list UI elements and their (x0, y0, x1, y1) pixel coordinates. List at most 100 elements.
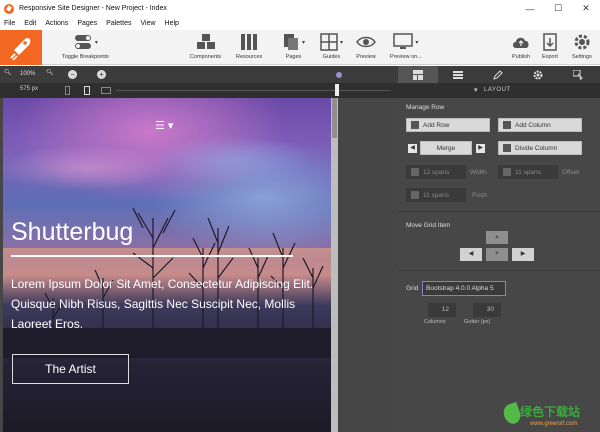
section-divider (398, 211, 600, 212)
title-bar: Responsive Site Designer - New Project -… (0, 0, 600, 17)
viewport-width: 575 px (20, 86, 39, 92)
settings-label: Settings (572, 54, 592, 60)
preview-on-label: Preview on... (390, 54, 422, 60)
breakpoint-dot[interactable] (336, 72, 342, 78)
divide-column-icon (503, 144, 511, 152)
move-up-button[interactable]: ▲ (486, 231, 508, 244)
desktop-icon[interactable] (101, 87, 111, 94)
offset-value: 11 spans (515, 168, 541, 176)
grid-framework-select[interactable]: Bootstrap 4.0.0 Alpha 5 (422, 281, 506, 296)
divide-column-button[interactable]: Divide Column (498, 141, 582, 155)
chevron-down-icon[interactable]: ▾ (474, 86, 478, 94)
tab-interactions[interactable] (558, 66, 598, 83)
gear-icon (574, 34, 590, 50)
menu-help[interactable]: Help (165, 20, 179, 27)
push-label: Push (472, 192, 487, 199)
add-row-label: Add Row (423, 121, 450, 129)
hero-headline[interactable]: Shutterbug (11, 218, 133, 247)
export-icon (543, 33, 557, 51)
ruler-track (116, 90, 390, 91)
add-column-button[interactable]: Add Column (498, 118, 582, 132)
site-preview[interactable]: ☰ ▾ Shutterbug Lorem Ipsum Dolor Sit Ame… (3, 98, 331, 432)
menu-pages[interactable]: Pages (77, 20, 97, 27)
resources-button[interactable]: Resources (236, 32, 262, 60)
close-button[interactable]: ✕ (572, 0, 600, 17)
breakpoint-handle[interactable] (335, 84, 339, 96)
offset-select[interactable]: 11 spans (498, 165, 558, 179)
maximize-button[interactable]: ☐ (544, 0, 572, 17)
zoom-level[interactable]: 100% (20, 71, 35, 77)
section-divider (398, 270, 600, 271)
the-artist-button[interactable]: The Artist (12, 354, 129, 384)
pages-icon (284, 34, 298, 50)
pencil-icon (493, 69, 503, 80)
main-toolbar: ▾ Toggle Breakpoints Components Resource… (0, 30, 600, 65)
merge-button[interactable]: Merge (420, 141, 472, 155)
preview-button[interactable]: Preview (356, 32, 376, 60)
toggle-breakpoints-button[interactable]: ▾ Toggle Breakpoints (62, 32, 109, 60)
layout-icon (413, 69, 423, 80)
zoom-magnifier-icon[interactable]: 🔍︎ (4, 69, 12, 76)
menu-view[interactable]: View (140, 20, 155, 27)
minimize-button[interactable]: — (516, 0, 544, 17)
width-ruler: 575 px (0, 83, 398, 98)
width-icon (411, 168, 419, 176)
gear-icon (533, 70, 543, 79)
push-icon (411, 191, 419, 199)
tab-list[interactable] (438, 66, 478, 83)
zoom-out-button[interactable]: − (68, 70, 77, 79)
canvas-scrollbar[interactable] (331, 98, 338, 432)
tab-style[interactable] (478, 66, 518, 83)
width-label: Width (470, 169, 487, 176)
merge-left-icon[interactable]: ◀ (408, 144, 417, 153)
publish-label: Publish (511, 54, 531, 60)
components-button[interactable]: Components (190, 32, 221, 60)
panel-header: ▾ LAYOUT (398, 83, 600, 98)
menu-palettes[interactable]: Palettes (106, 20, 131, 27)
scrollbar-thumb[interactable] (332, 98, 337, 138)
preview-on-button[interactable]: ▾ Preview on... (390, 32, 422, 60)
menu-actions[interactable]: Actions (45, 20, 68, 27)
phone-icon[interactable] (84, 86, 90, 95)
move-left-button[interactable]: ◀ (460, 248, 482, 261)
zoom-search-icon[interactable]: 🔍︎ (46, 69, 54, 76)
merge-label: Merge (436, 144, 456, 152)
design-canvas[interactable]: ☰ ▾ Shutterbug Lorem Ipsum Dolor Sit Ame… (0, 98, 398, 432)
export-button[interactable]: Export (542, 32, 558, 60)
menu-file[interactable]: File (4, 20, 15, 27)
guides-button[interactable]: ▾ Guides (320, 32, 343, 60)
eye-icon (356, 36, 376, 48)
panel-tabs (398, 66, 600, 83)
gutter-input[interactable]: 30 (473, 303, 501, 317)
add-column-label: Add Column (515, 121, 551, 129)
publish-button[interactable]: Publish (511, 32, 531, 60)
hero-body-text[interactable]: Lorem Ipsum Dolor Sit Amet, Consectetur … (11, 274, 329, 334)
pages-button[interactable]: ▾ Pages (282, 32, 305, 60)
zoom-in-button[interactable]: + (97, 70, 106, 79)
width-select[interactable]: 12 spans (406, 165, 466, 179)
columns-value: 12 (441, 306, 449, 313)
brand-logo (0, 30, 42, 65)
settings-button[interactable]: Settings (572, 32, 592, 60)
manage-row-title: Manage Row (406, 104, 445, 111)
merge-right-icon[interactable]: ▶ (476, 144, 485, 153)
hamburger-menu-icon[interactable]: ☰ ▾ (155, 119, 173, 132)
tab-settings[interactable] (518, 66, 558, 83)
add-row-button[interactable]: Add Row (406, 118, 490, 132)
layout-panel: Manage Row Add Row Add Column ◀ Merge ▶ … (398, 98, 600, 432)
chevron-down-icon: ▾ (302, 39, 306, 46)
offset-label: Offset (562, 169, 580, 176)
push-select[interactable]: 11 spans (406, 188, 466, 202)
guides-label: Guides (322, 54, 341, 60)
gutter-label: Gutter (px) (464, 319, 491, 325)
phone-portrait-icon[interactable] (65, 86, 70, 95)
panel-title: LAYOUT (484, 87, 511, 93)
menu-edit[interactable]: Edit (24, 20, 36, 27)
columns-input[interactable]: 12 (428, 303, 456, 317)
cloud-upload-icon (513, 37, 529, 48)
push-value: 11 spans (423, 191, 449, 199)
grid-label: Grid (406, 285, 419, 292)
tab-layout[interactable] (398, 66, 438, 83)
move-down-button[interactable]: ▼ (486, 248, 508, 261)
move-right-button[interactable]: ▶ (512, 248, 534, 261)
